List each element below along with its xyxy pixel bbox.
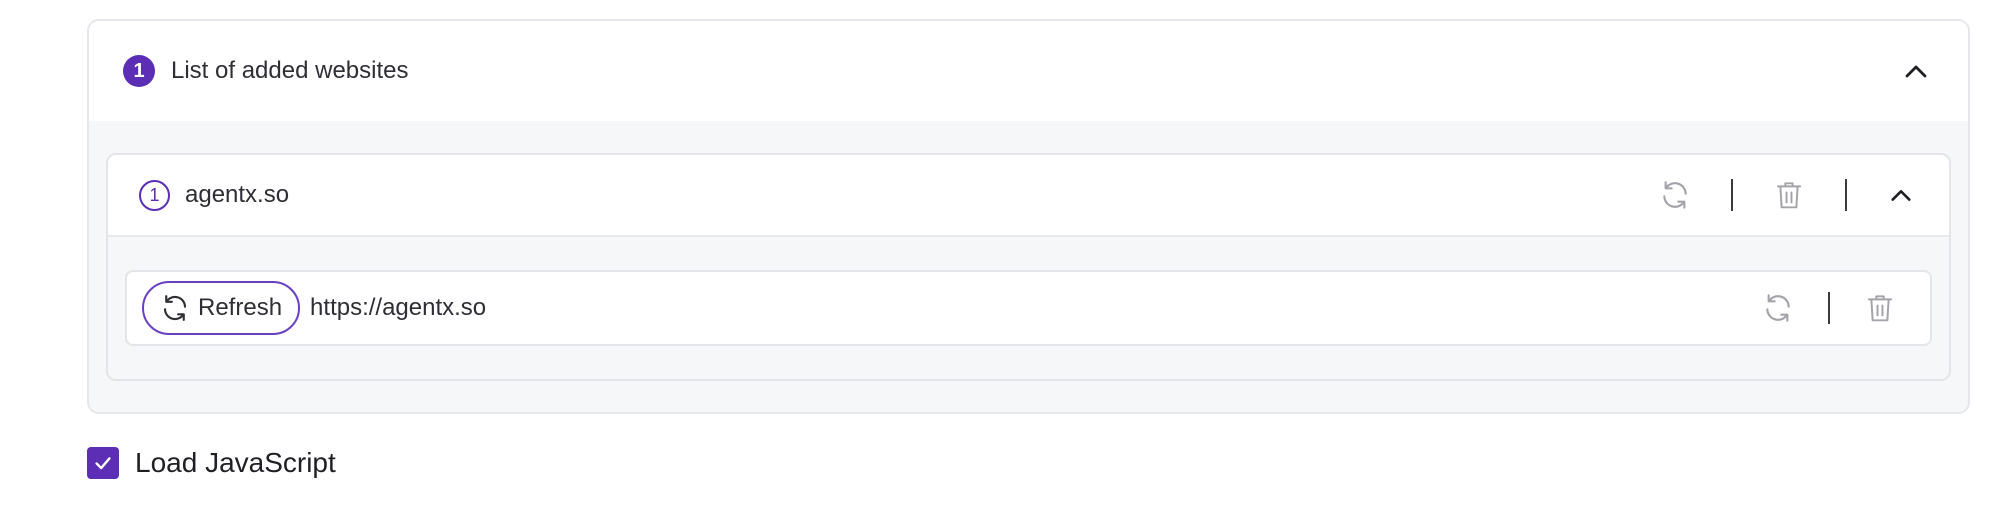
websites-panel: 1 List of added websites 1 agentx.so Ref… bbox=[87, 19, 1970, 414]
url-text: https://agentx.so bbox=[310, 294, 487, 321]
websites-panel-body: 1 agentx.so Refresh https://agentx.so bbox=[89, 121, 1968, 412]
chevron-up-icon bbox=[1905, 65, 1927, 78]
url-row: Refresh https://agentx.so bbox=[125, 270, 1932, 346]
site-name: agentx.so bbox=[185, 181, 290, 208]
divider bbox=[1828, 292, 1830, 324]
site-index-badge: 1 bbox=[139, 179, 170, 211]
websites-count-badge: 1 bbox=[123, 55, 155, 87]
websites-panel-title: List of added websites bbox=[171, 57, 409, 84]
websites-panel-header[interactable]: 1 List of added websites bbox=[89, 21, 1968, 121]
refresh-button[interactable]: Refresh bbox=[142, 281, 301, 335]
sync-icon bbox=[1766, 294, 1790, 322]
load-javascript-checkbox[interactable] bbox=[87, 447, 119, 479]
delete-site-button[interactable] bbox=[1769, 175, 1809, 215]
site-item-body: Refresh https://agentx.so bbox=[108, 237, 1949, 379]
trash-icon bbox=[1867, 295, 1893, 322]
check-icon bbox=[95, 457, 111, 470]
chevron-up-icon bbox=[1891, 190, 1911, 201]
load-javascript-option[interactable]: Load JavaScript bbox=[87, 447, 336, 479]
site-item-header[interactable]: 1 agentx.so bbox=[108, 155, 1949, 237]
divider bbox=[1731, 179, 1733, 211]
sync-icon bbox=[163, 295, 187, 321]
site-item: 1 agentx.so Refresh https://agentx.so bbox=[106, 153, 1951, 381]
collapse-site-button[interactable] bbox=[1883, 177, 1919, 213]
trash-icon bbox=[1776, 182, 1802, 209]
sync-url-button[interactable] bbox=[1758, 288, 1798, 328]
delete-url-button[interactable] bbox=[1860, 288, 1900, 328]
collapse-websites-button[interactable] bbox=[1898, 53, 1934, 89]
load-javascript-label: Load JavaScript bbox=[135, 447, 336, 478]
sync-site-button[interactable] bbox=[1655, 175, 1695, 215]
sync-icon bbox=[1663, 181, 1687, 209]
refresh-button-label: Refresh bbox=[198, 294, 283, 321]
divider bbox=[1845, 179, 1847, 211]
